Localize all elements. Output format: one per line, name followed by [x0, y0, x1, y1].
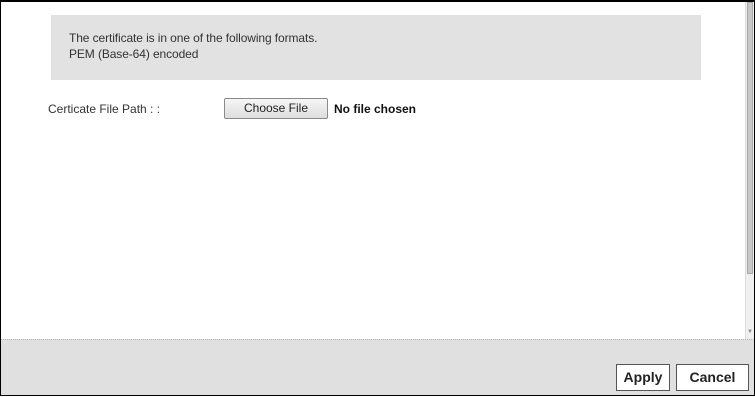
- cancel-button[interactable]: Cancel: [676, 364, 749, 391]
- scroll-down-arrow-icon[interactable]: ▼: [747, 329, 753, 335]
- choose-file-button[interactable]: Choose File: [224, 98, 328, 119]
- format-pem-text: PEM (Base-64) encoded: [69, 47, 199, 61]
- file-status-text: No file chosen: [334, 102, 417, 116]
- apply-button[interactable]: Apply: [616, 364, 670, 391]
- dialog-content: The certificate is in one of the followi…: [1, 2, 745, 339]
- certificate-file-path-label: Certicate File Path : :: [48, 102, 161, 116]
- certificate-import-dialog: The certificate is in one of the followi…: [0, 0, 755, 396]
- format-info-box: The certificate is in one of the followi…: [51, 15, 701, 80]
- format-info-text: The certificate is in one of the followi…: [69, 31, 318, 45]
- certificate-file-path-row: Certicate File Path : : Choose File No f…: [1, 97, 745, 123]
- vertical-scrollbar[interactable]: ▼: [745, 2, 754, 339]
- scrollbar-thumb[interactable]: [747, 2, 753, 274]
- dialog-footer: Apply Cancel: [1, 339, 754, 395]
